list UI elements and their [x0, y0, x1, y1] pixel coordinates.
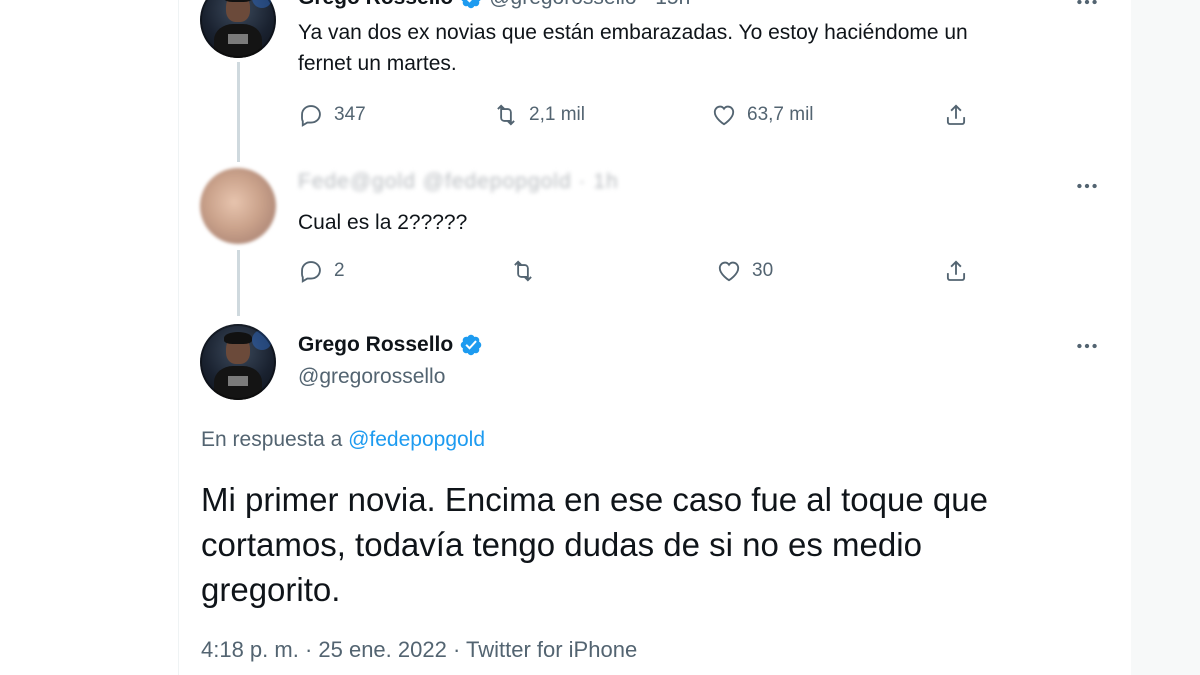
tweet2-author-blurred[interactable]: Fede@gold @fedepopgold · 1h: [298, 170, 676, 196]
main-author-name[interactable]: Grego Rossello: [298, 333, 453, 357]
share-icon: [946, 260, 966, 281]
verified-badge-icon: [461, 0, 481, 9]
thread-line-2: [237, 250, 240, 316]
share-icon: [946, 104, 966, 125]
reply-to-mention[interactable]: @fedepopgold: [348, 428, 485, 451]
heart-icon: [713, 105, 735, 126]
main-author-handle[interactable]: @gregorossello: [298, 365, 445, 389]
heart-icon: [718, 261, 740, 282]
tweet1-text-line-1: Ya van dos ex novias que están embarazad…: [298, 21, 968, 44]
tweet1-text-line-2: fernet un martes.: [298, 52, 457, 75]
reply-icon: [301, 261, 321, 283]
verified-badge-icon: [460, 334, 482, 356]
share-button[interactable]: [943, 102, 969, 128]
avatar-blurred[interactable]: [200, 168, 276, 244]
like-button[interactable]: 30: [716, 258, 773, 284]
retweet-icon: [514, 260, 532, 282]
more-icon[interactable]: [1073, 0, 1101, 16]
right-background: [1131, 0, 1200, 675]
reply-button[interactable]: 2: [298, 258, 345, 284]
main-tweet-text-line-2: cortamos, todavía tengo dudas de si no e…: [201, 526, 922, 563]
tweet1-retweet-count: 2,1 mil: [529, 104, 585, 125]
tweet1-like-count: 63,7 mil: [747, 104, 814, 125]
tweet1-reply-count: 347: [334, 104, 366, 125]
retweet-button[interactable]: 2,1 mil: [493, 102, 585, 128]
reply-icon: [301, 105, 321, 127]
share-button[interactable]: [943, 258, 969, 284]
avatar-grego-main[interactable]: [200, 324, 276, 400]
main-tweet-text-line-3: gregorito.: [201, 571, 341, 608]
tweet1-text: Ya van dos ex novias que están embarazad…: [298, 17, 1098, 79]
tweet2-like-count: 30: [752, 260, 774, 281]
tweet1-actions: 347 2,1 mil 63,7 mil: [298, 102, 998, 132]
tweet2-reply-count: 2: [334, 260, 345, 281]
tweet1-header: Grego Rossello @gregorossello · 15h: [298, 0, 690, 10]
reply-to-line: En respuesta a @fedepopgold: [201, 428, 485, 452]
retweet-button[interactable]: [510, 258, 536, 284]
main-tweet-header: Grego Rossello: [298, 333, 483, 357]
tweet-timestamp[interactable]: 4:18 p. m. · 25 ene. 2022 · Twitter for …: [201, 637, 637, 663]
tweet1-author-name[interactable]: Grego Rossello: [298, 0, 453, 10]
more-icon[interactable]: [1073, 172, 1101, 200]
tweet2-text: Cual es la 2?????: [298, 211, 468, 234]
main-tweet-text: Mi primer novia. Encima en ese caso fue …: [201, 477, 1101, 612]
retweet-icon: [497, 104, 515, 126]
tweet2-actions: 2 30: [298, 258, 998, 288]
thread-line-1: [237, 62, 240, 162]
tweet1-author-handle[interactable]: @gregorossello · 15h: [489, 0, 690, 10]
reply-to-prefix: En respuesta a: [201, 428, 349, 451]
more-icon[interactable]: [1073, 332, 1101, 360]
reply-button[interactable]: 347: [298, 102, 366, 128]
like-button[interactable]: 63,7 mil: [711, 102, 814, 128]
main-tweet-text-line-1: Mi primer novia. Encima en ese caso fue …: [201, 481, 988, 518]
